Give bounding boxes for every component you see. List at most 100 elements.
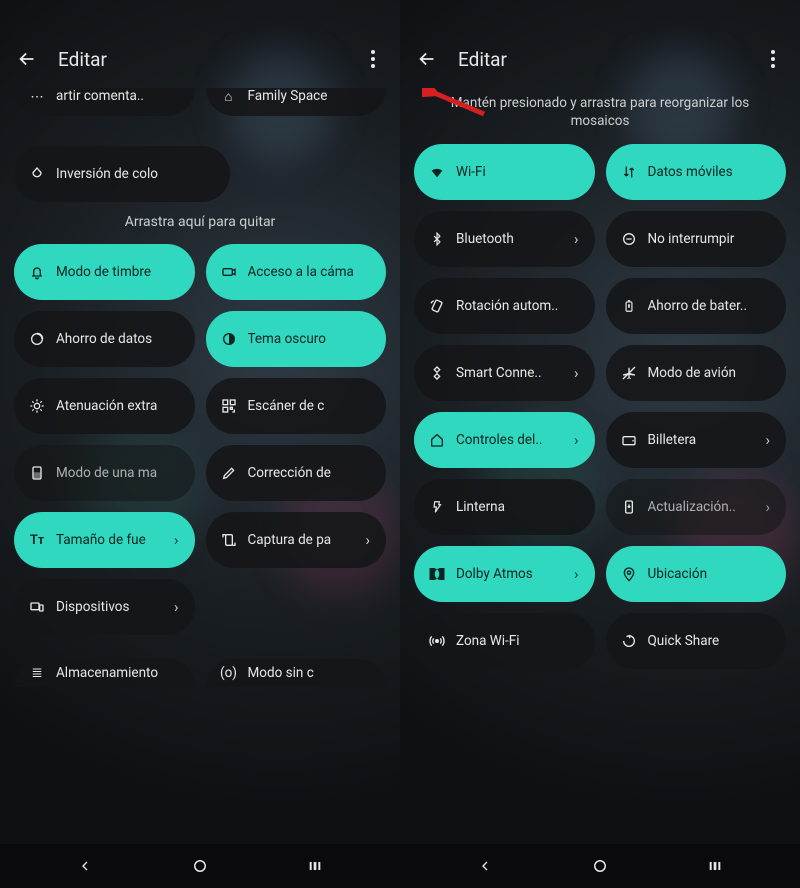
tile-home[interactable]: Controles del..› [414,412,595,468]
tile-location[interactable]: Ubicación [606,546,787,602]
drag-hint: Mantén presionado y arrastra para reorga… [434,94,766,130]
battery-icon [620,297,638,315]
dolby-icon [428,565,446,583]
tile-wifi[interactable]: Wi-Fi [414,144,595,200]
tile-label: Acceso a la cáma [248,264,371,280]
tile-label: Actualización.. [648,499,752,515]
tile-label: Dolby Atmos [456,566,560,582]
camera-icon [220,263,238,281]
bell-icon [28,263,46,281]
storage-icon: ≣ [28,664,46,682]
tile-wallet[interactable]: Billetera› [606,412,787,468]
tile-offline[interactable]: (o) Modo sin c [206,659,387,687]
qr-icon [220,397,238,415]
page-title: Editar [58,48,107,71]
tile-label: Bluetooth [456,231,560,247]
tile-label: Datos móviles [648,164,771,180]
back-icon[interactable] [414,46,440,72]
tile-dolby[interactable]: Dolby Atmos › [414,546,595,602]
tile-partial[interactable]: ⌂ Family Space [206,88,387,116]
tile-label: Ahorro de bater.. [648,298,771,314]
tile-storage[interactable]: ≣ Almacenamiento [14,659,195,687]
tile-devices[interactable]: Dispositivos› [14,579,195,635]
nav-bar [0,844,400,888]
tile-bell[interactable]: Modo de timbre [14,244,195,300]
tile-dim[interactable]: Atenuación extra [14,378,195,434]
tile-contrast[interactable]: Tema oscuro [206,311,387,367]
chevron-right-icon: › [574,565,579,583]
dots-icon: ⋯ [28,88,46,106]
airplane-icon [620,364,638,382]
header: Editar [400,30,800,88]
tile-share[interactable]: Quick Share [606,613,787,669]
tile-label: Tamaño de fue [56,532,160,548]
home-icon [428,431,446,449]
tile-label: Corrección de [248,465,371,481]
tile-pencil[interactable]: Corrección de [206,445,387,501]
tile-airplane[interactable]: Modo de avión [606,345,787,401]
menu-icon[interactable] [360,46,386,72]
tile-font[interactable]: Tᴛ Tamaño de fue › [14,512,195,568]
tile-label: Tema oscuro [248,331,371,347]
tile-camera[interactable]: Acceso a la cáma [206,244,387,300]
tile-smart[interactable]: Smart Conne.. › [414,345,595,401]
tile-swap[interactable]: Datos móviles [606,144,787,200]
tile-label: Modo de avión [648,365,771,381]
tile-hotspot[interactable]: Zona Wi-Fi [414,613,595,669]
bluetooth-icon [428,230,446,248]
chevron-right-icon: › [174,598,179,616]
nav-bar [400,844,800,888]
nav-home-icon[interactable] [170,854,230,878]
back-icon[interactable] [14,46,40,72]
tile-qr[interactable]: Escáner de c [206,378,387,434]
chevron-right-icon: › [574,364,579,382]
chevron-right-icon: › [174,531,179,549]
dnd-icon [620,230,638,248]
tile-screenshot[interactable]: Captura de pa› [206,512,387,568]
location-icon [620,565,638,583]
tile-battery[interactable]: Ahorro de bater.. [606,278,787,334]
contrast-icon [220,330,238,348]
tile-label: Captura de pa [248,532,352,548]
tile-rotate[interactable]: Rotación autom.. [414,278,595,334]
tile-update[interactable]: Actualización..› [606,479,787,535]
chevron-right-icon: › [574,431,579,449]
tile-label: Smart Conne.. [456,365,560,381]
tile-color-inversion[interactable]: Inversión de colo [14,146,230,202]
invert-icon [28,165,46,183]
tile-label: Linterna [456,499,579,515]
smart-icon [428,364,446,382]
tile-partial[interactable]: ⋯ artir comenta.. [14,88,195,116]
chevron-right-icon: › [574,230,579,248]
nav-back-icon[interactable] [455,854,515,878]
nav-recent-icon[interactable] [285,854,345,878]
page-title: Editar [458,48,507,71]
wallet-icon [620,431,638,449]
tile-label: Wi-Fi [456,164,579,180]
flash-icon [428,498,446,516]
tile-bluetooth[interactable]: Bluetooth › [414,211,595,267]
tile-label: Quick Share [648,633,771,649]
remove-hint: Arrastra aquí para quitar [14,214,386,230]
tile-label: Rotación autom.. [456,298,579,314]
hotspot-icon [428,632,446,650]
nav-back-icon[interactable] [55,854,115,878]
wifi-icon [428,163,446,181]
tile-dnd[interactable]: No interrumpir [606,211,787,267]
share-icon [620,632,638,650]
update-icon [620,498,638,516]
tile-flash[interactable]: Linterna [414,479,595,535]
header: Editar [0,30,400,88]
devices-icon [28,598,46,616]
tile-label: Ubicación [648,566,771,582]
tile-data-saver[interactable]: Ahorro de datos [14,311,195,367]
screen-right: Editar Mantén presionado y arrastra para… [400,0,800,888]
offline-icon: (o) [220,664,238,682]
tile-label: No interrumpir [648,231,771,247]
onehand-icon [28,464,46,482]
menu-icon[interactable] [760,46,786,72]
font-icon: Tᴛ [28,531,46,549]
nav-recent-icon[interactable] [685,854,745,878]
tile-onehand[interactable]: Modo de una ma [14,445,195,501]
nav-home-icon[interactable] [570,854,630,878]
